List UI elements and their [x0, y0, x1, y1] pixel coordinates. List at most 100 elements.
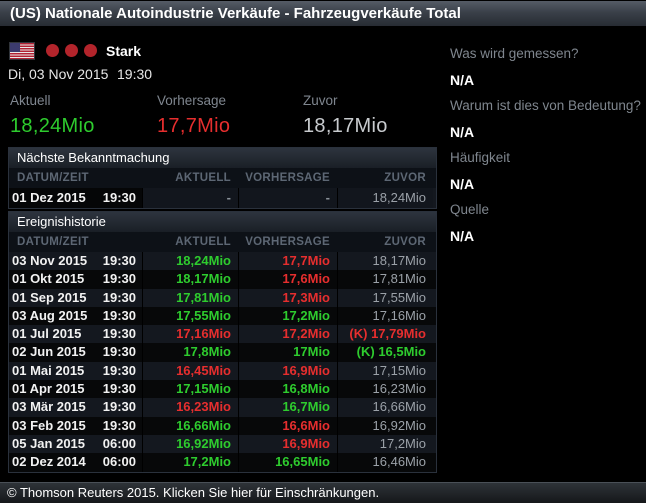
cell-zuvor: (K) 16,5Mio	[337, 343, 433, 362]
importance-dot-icon	[46, 44, 59, 57]
cell-zuvor: 16,92Mio	[337, 416, 433, 435]
table-row: 02 Dez 2014 06:00 17,2Mio 16,65Mio 16,46Mio	[9, 453, 436, 472]
value-vorhersage: 17,3Mio	[282, 289, 330, 305]
cell-datum-zeit: 01 Mai 2015 19:30	[9, 362, 142, 380]
value-zuvor: 17,81Mio	[372, 271, 426, 287]
value-vorhersage: 17,6Mio	[282, 271, 330, 287]
value-zuvor: 16,92Mio	[372, 417, 426, 433]
sidebar-question: Warum ist dies von Bedeutung?	[450, 98, 641, 113]
cell-datum-zeit: 01 Sep 2015 19:30	[9, 289, 142, 307]
summary-value: 18,17Mio	[303, 115, 388, 137]
cell-zuvor: 17,15Mio	[337, 361, 433, 381]
row-date: 01 Dez 2015	[12, 190, 86, 205]
table-row: 03 Nov 2015 19:30 18,24Mio 17,7Mio 18,17Mio	[9, 252, 436, 271]
row-time: 19:30	[102, 190, 136, 205]
cell-zuvor: 18,17Mio	[337, 252, 433, 271]
cell-aktuell: 18,17Mio	[142, 270, 238, 289]
importance-dot-icon	[84, 44, 97, 57]
value-vorhersage: 17,2Mio	[282, 326, 330, 342]
summary-zuvor: Zuvor 18,17Mio	[303, 93, 388, 138]
column-header-datum-zeit: DATUM/ZEIT	[17, 172, 89, 184]
value-vorhersage: 17,2Mio	[282, 307, 330, 323]
table-row: 01 Dez 2015 19:30 - - 18,24Mio	[9, 188, 436, 208]
summary-value: 18,24Mio	[10, 115, 95, 137]
page-title-bar: (US) Nationale Autoindustrie Verkäufe - …	[0, 1, 646, 28]
value-zuvor: (K) 16,5Mio	[356, 344, 426, 360]
cell-aktuell: 16,92Mio	[142, 434, 238, 454]
value-aktuell: 18,17Mio	[176, 271, 231, 287]
summary-vorhersage: Vorhersage 17,7Mio	[157, 93, 230, 138]
event-history-rows: 03 Nov 2015 19:30 18,24Mio 17,7Mio 18,17Mio 0…	[9, 252, 436, 472]
value-zuvor: 17,55Mio	[372, 289, 426, 305]
value-vorhersage: 17,7Mio	[282, 253, 330, 268]
cell-vorhersage: 16,65Mio	[238, 453, 337, 472]
cell-zuvor: 17,2Mio	[337, 434, 433, 454]
cell-zuvor: 17,16Mio	[337, 306, 433, 326]
value-aktuell: 17,2Mio	[183, 454, 231, 470]
sidebar-answer: N/A	[450, 176, 475, 192]
row-date: 01 Mai 2015	[12, 362, 85, 378]
value-aktuell: 17,16Mio	[176, 326, 231, 342]
cell-vorhersage: 16,7Mio	[238, 398, 337, 417]
cell-zuvor: 16,23Mio	[337, 380, 433, 399]
table-row: 01 Mai 2015 19:30 16,45Mio 16,9Mio 17,15Mio	[9, 361, 436, 381]
row-time: 19:30	[102, 289, 136, 305]
footer-copyright-link[interactable]: © Thomson Reuters 2015. Klicken Sie hier…	[0, 482, 646, 503]
row-date: 05 Jan 2015	[12, 435, 86, 451]
value-vorhersage: -	[325, 190, 330, 205]
cell-aktuell: 17,2Mio	[142, 453, 238, 472]
cell-aktuell: 16,66Mio	[142, 416, 238, 435]
sidebar-question: Häufigkeit	[450, 150, 511, 165]
summary-label: Zuvor	[303, 93, 338, 108]
row-date: 03 Feb 2015	[12, 417, 86, 433]
sidebar-answer: N/A	[450, 228, 475, 244]
row-time: 19:30	[102, 307, 136, 323]
cell-zuvor: 16,66Mio	[337, 398, 433, 417]
event-history-section: Ereignishistorie DATUM/ZEIT AKTUELL VORH…	[8, 211, 437, 473]
cell-vorhersage: 16,8Mio	[238, 380, 337, 399]
summary-label: Vorhersage	[157, 93, 227, 108]
value-vorhersage: 16,9Mio	[282, 362, 330, 378]
cell-datum-zeit: 05 Jan 2015 06:00	[9, 435, 142, 453]
value-aktuell: 16,23Mio	[176, 399, 231, 415]
cell-zuvor: (K) 17,79Mio	[337, 325, 433, 344]
summary-value: 17,7Mio	[157, 115, 231, 137]
table-header: DATUM/ZEIT AKTUELL VORHERSAGE ZUVOR	[9, 232, 436, 252]
cell-zuvor: 16,46Mio	[337, 453, 433, 472]
cell-datum-zeit: 01 Dez 2015 19:30	[9, 188, 142, 208]
row-time: 19:30	[102, 344, 136, 360]
column-header-vorhersage: VORHERSAGE	[245, 236, 330, 248]
cell-aktuell: 17,81Mio	[142, 288, 238, 307]
cell-aktuell: -	[142, 188, 238, 208]
summary-aktuell: Aktuell 18,24Mio	[10, 93, 95, 138]
section-title: Ereignishistorie	[9, 212, 436, 232]
next-announcement-rows: 01 Dez 2015 19:30 - - 18,24Mio	[9, 188, 436, 208]
cell-datum-zeit: 03 Mär 2015 19:30	[9, 398, 142, 416]
row-time: 19:30	[102, 253, 136, 268]
cell-aktuell: 16,23Mio	[142, 398, 238, 417]
row-time: 06:00	[102, 454, 136, 470]
value-aktuell: 17,55Mio	[176, 307, 231, 323]
cell-zuvor: 17,81Mio	[337, 270, 433, 289]
cell-datum-zeit: 02 Jun 2015 19:30	[9, 343, 142, 361]
row-date: 01 Sep 2015	[12, 289, 87, 305]
column-header-datum-zeit: DATUM/ZEIT	[17, 236, 89, 248]
row-time: 19:30	[102, 417, 136, 433]
us-flag-icon	[10, 42, 34, 59]
event-meta-row: Stark	[10, 42, 141, 59]
summary-label: Aktuell	[10, 93, 51, 108]
value-zuvor: 17,16Mio	[372, 307, 426, 323]
row-time: 19:30	[102, 326, 136, 342]
table-row: 01 Jul 2015 19:30 17,16Mio 17,2Mio (K) 17,79…	[9, 325, 436, 344]
cell-datum-zeit: 01 Jul 2015 19:30	[9, 325, 142, 343]
column-header-zuvor: ZUVOR	[384, 236, 426, 248]
row-date: 03 Nov 2015	[12, 253, 88, 268]
table-row: 01 Okt 2015 19:30 18,17Mio 17,6Mio 17,81Mio	[9, 270, 436, 289]
table-row: 03 Aug 2015 19:30 17,55Mio 17,2Mio 17,16Mio	[9, 306, 436, 326]
column-header-vorhersage: VORHERSAGE	[245, 172, 330, 184]
value-vorhersage: 16,6Mio	[282, 417, 330, 433]
value-vorhersage: 16,9Mio	[282, 435, 330, 451]
value-vorhersage: 16,8Mio	[282, 381, 330, 397]
value-aktuell: 17,8Mio	[183, 344, 231, 360]
table-row: 01 Sep 2015 19:30 17,81Mio 17,3Mio 17,55Mio	[9, 288, 436, 307]
